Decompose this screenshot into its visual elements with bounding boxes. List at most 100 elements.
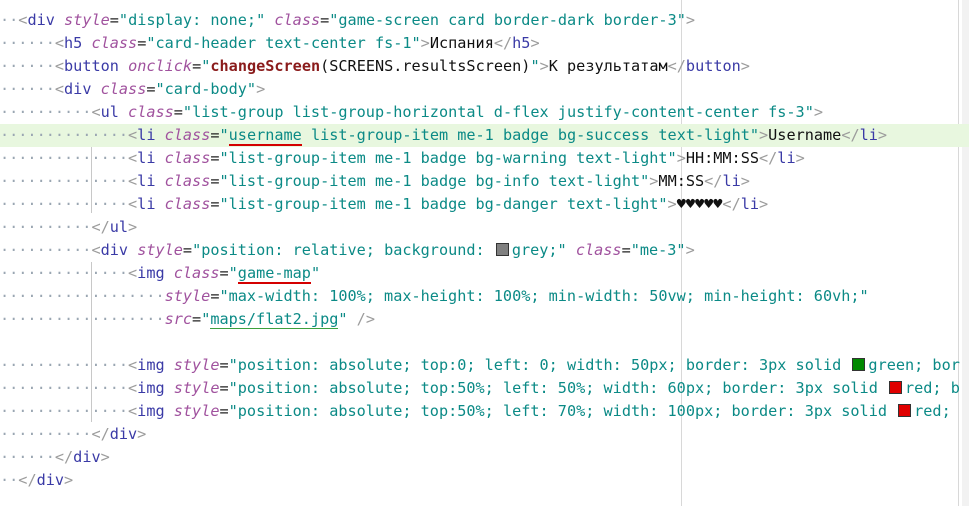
indent-dots: ······	[0, 448, 55, 466]
code-line[interactable]: ··············<li class="list-group-item…	[0, 147, 969, 170]
code-token: "	[219, 126, 229, 144]
code-line[interactable]: ··················style="max-width: 100%…	[0, 285, 969, 308]
indent-dots: ··············	[0, 126, 129, 144]
code-token: class	[91, 34, 138, 52]
code-token: div	[109, 425, 138, 443]
color-swatch-green[interactable]	[852, 358, 866, 371]
code-token: <	[91, 103, 101, 121]
color-swatch-red[interactable]	[898, 404, 912, 417]
code-line[interactable]: ··········</ul>	[0, 216, 969, 239]
code-token: <	[128, 195, 138, 213]
indent-dots: ··············	[0, 195, 129, 213]
code-token: "	[228, 264, 238, 282]
link-token[interactable]: maps/flat2.jpg	[210, 310, 339, 329]
code-line[interactable]: ··············<img class="game-map"	[0, 262, 969, 285]
code-token: </	[493, 34, 513, 52]
code-line[interactable]: ··············<li class="list-group-item…	[0, 170, 969, 193]
code-token: div	[27, 11, 55, 29]
code-editor[interactable]: ··<div style="display: none;" class="gam…	[0, 0, 969, 506]
code-token: =	[219, 379, 229, 397]
code-token: (SCREENS.resultsScreen)	[320, 57, 531, 75]
code-token: </	[759, 149, 778, 167]
code-token: >	[740, 57, 750, 75]
code-line[interactable]: ··</div>	[0, 469, 969, 492]
indent-dots: ··············	[0, 172, 129, 190]
code-token: img	[137, 356, 165, 374]
code-token: =	[173, 103, 183, 121]
code-token: =	[219, 402, 229, 420]
code-token: <	[128, 172, 138, 190]
code-token: HH:MM:SS	[685, 149, 759, 167]
code-token: button	[685, 57, 741, 75]
code-line[interactable]: ······<button onclick="changeScreen(SCRE…	[0, 55, 969, 78]
code-line[interactable]: ······<h5 class="card-header text-center…	[0, 32, 969, 55]
code-token: class	[164, 172, 211, 190]
code-token: />	[356, 310, 375, 328]
code-token: =	[192, 310, 202, 328]
code-line[interactable]: ··············<img style="position: abso…	[0, 377, 969, 400]
indent-dots: ······	[0, 34, 55, 52]
code-token: >	[64, 471, 74, 489]
color-swatch-red[interactable]	[888, 381, 902, 394]
code-line[interactable]: ··········</div>	[0, 423, 969, 446]
code-token: </	[18, 471, 37, 489]
code-line[interactable]: ··············<img style="position: abso…	[0, 354, 969, 377]
code-token: <	[128, 126, 138, 144]
code-line[interactable]: ··········<div style="position: relative…	[0, 239, 969, 262]
code-line[interactable]: ··················src="maps/flat2.jpg" /…	[0, 308, 969, 331]
code-line[interactable]: ··············<img style="position: abso…	[0, 400, 969, 423]
indent-dots: ··················	[0, 310, 165, 328]
indent-dots: ··········	[0, 425, 92, 443]
indent-dots: ··············	[0, 379, 129, 397]
code-line[interactable]: ······<div class="card-body">	[0, 78, 969, 101]
code-line[interactable]: ··········<ul class="list-group list-gro…	[0, 101, 969, 124]
code-token: "list-group-item me-1 badge bg-danger te…	[219, 195, 668, 213]
code-token: "card-body"	[155, 80, 257, 98]
code-token: >	[740, 172, 750, 190]
code-token: >	[539, 57, 549, 75]
code-token: onclick	[128, 57, 193, 75]
code-token: =	[109, 11, 119, 29]
code-token: >	[759, 126, 769, 144]
code-token: =	[621, 241, 631, 259]
indent-dots: ··············	[0, 402, 129, 420]
code-token: div	[100, 241, 129, 259]
code-line[interactable]: ······</div>	[0, 446, 969, 469]
code-token: <	[128, 379, 138, 397]
code-token: li	[777, 149, 796, 167]
code-token: >	[137, 425, 147, 443]
code-token: div	[64, 80, 92, 98]
indent-dots: ··············	[0, 264, 129, 282]
code-line-highlighted[interactable]: ··············<li class="username list-g…	[0, 124, 969, 147]
code-token: class	[274, 11, 321, 29]
code-line[interactable]	[0, 331, 969, 354]
code-token: "list-group-item me-1 badge bg-warning t…	[219, 149, 677, 167]
code-token: style	[164, 287, 211, 305]
code-token: К результатам	[548, 57, 668, 75]
code-line[interactable]: ··<div style="display: none;" class="gam…	[0, 9, 969, 32]
annotated-token: username	[228, 126, 302, 146]
code-token: "position: absolute; top:50%; left: 70%;…	[228, 402, 897, 420]
code-token: style	[137, 241, 183, 259]
code-token: =	[320, 11, 330, 29]
indent-dots: ··	[0, 11, 19, 29]
color-swatch-grey[interactable]	[495, 243, 509, 256]
code-token: >	[256, 80, 266, 98]
code-token: =	[219, 356, 229, 374]
indent-dots: ··········	[0, 241, 92, 259]
code-line[interactable]: ··············<li class="list-group-item…	[0, 193, 969, 216]
indent-dots: ··············	[0, 356, 129, 374]
code-token: class	[173, 264, 220, 282]
indent-dots: ··········	[0, 218, 92, 236]
code-token: Username	[768, 126, 842, 144]
code-token: =	[219, 264, 229, 282]
